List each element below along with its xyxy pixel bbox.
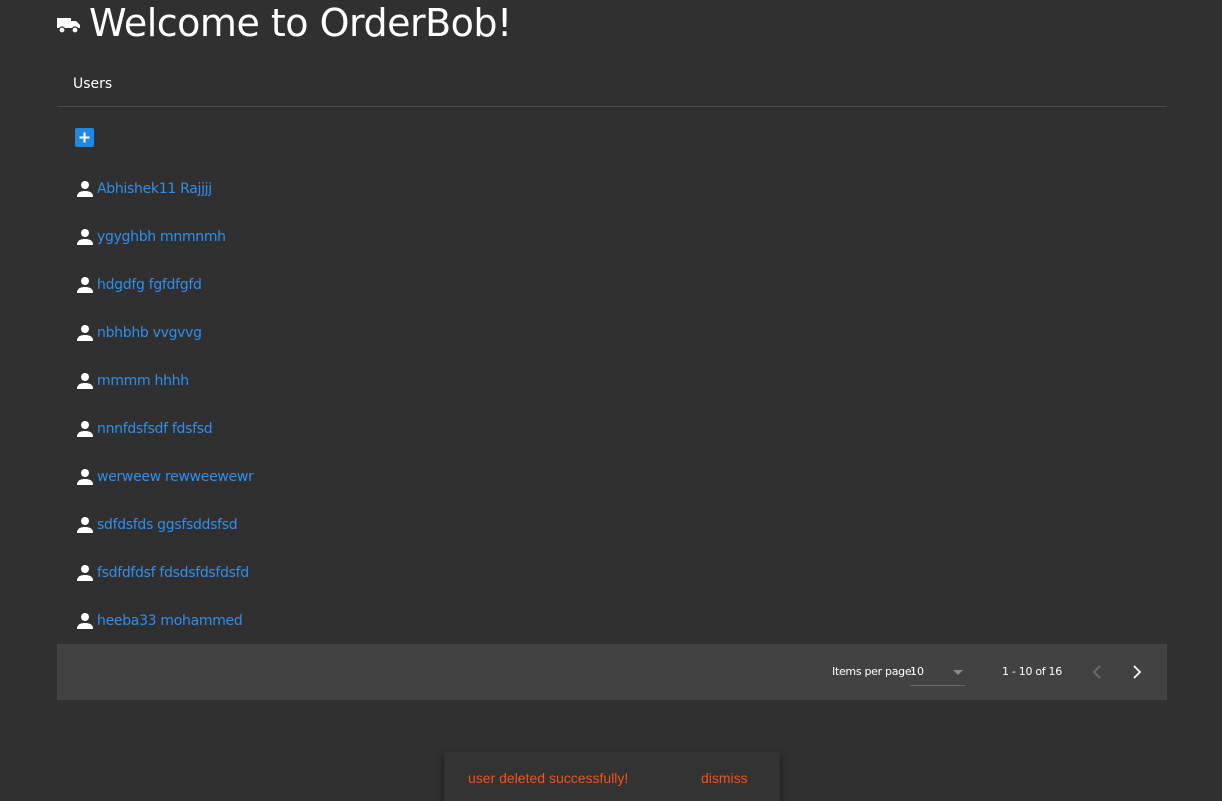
user-link[interactable]: Abhishek11 Rajjjj <box>97 181 212 197</box>
list-item: mmmm hhhh <box>76 357 253 405</box>
user-link[interactable]: fsdfdfdsf fdsdsfdsfdsfd <box>97 565 249 581</box>
truck-icon <box>57 18 80 34</box>
list-item: nnnfdsfsdf fdsfsd <box>76 405 253 453</box>
previous-page-button[interactable] <box>1083 658 1111 686</box>
user-link[interactable]: werweew rewweewewr <box>97 469 254 485</box>
users-panel: Users Abhishek11 Rajjjj ygyghbh mnmnmh hdg… <box>57 62 1167 700</box>
add-user-button[interactable] <box>75 128 94 147</box>
user-link[interactable]: heeba33 mohammed <box>97 613 243 629</box>
page-range-label: 1 - 10 of 16 <box>1002 665 1062 678</box>
user-link[interactable]: mmmm hhhh <box>97 373 189 389</box>
items-per-page-label: Items per page: <box>832 665 915 678</box>
user-link[interactable]: nnnfdsfsdf fdsfsd <box>97 421 213 437</box>
items-per-page-select[interactable]: 10 <box>910 663 965 686</box>
list-item: Abhishek11 Rajjjj <box>76 165 253 213</box>
users-panel-header: Users <box>57 62 1167 107</box>
add-box-icon <box>79 132 90 143</box>
snackbar-message: user deleted successfully! <box>468 770 629 786</box>
person-icon <box>77 517 93 533</box>
page-header: Welcome to OrderBob! <box>57 0 512 46</box>
person-icon <box>77 229 93 245</box>
list-item: fsdfdfdsf fdsdsfdsfdsfd <box>76 549 253 597</box>
user-list: Abhishek11 Rajjjj ygyghbh mnmnmh hdgdfg fg… <box>76 165 254 645</box>
list-item: werweew rewweewewr <box>76 453 254 501</box>
paginator: Items per page: 10 1 - 10 of 16 <box>57 644 1167 700</box>
user-link[interactable]: sdfdsfds ggsfsddsfsd <box>97 517 238 533</box>
items-per-page-value: 10 <box>910 665 924 678</box>
snackbar: user deleted successfully! dismiss <box>444 752 780 801</box>
person-icon <box>77 613 93 629</box>
list-item: heeba33 mohammed <box>76 597 253 645</box>
users-panel-title: Users <box>73 76 113 92</box>
dropdown-arrow-icon <box>953 670 963 675</box>
list-item: hdgdfg fgfdfgfd <box>76 261 253 309</box>
dismiss-button[interactable]: dismiss <box>701 770 748 786</box>
user-link[interactable]: nbhbhb vvgvvg <box>97 325 202 341</box>
person-icon <box>77 373 93 389</box>
user-link[interactable]: hdgdfg fgfdfgfd <box>97 277 202 293</box>
person-icon <box>77 565 93 581</box>
list-item: sdfdsfds ggsfsddsfsd <box>76 501 253 549</box>
person-icon <box>77 325 93 341</box>
list-item: nbhbhb vvgvvg <box>76 309 253 357</box>
person-icon <box>77 181 93 197</box>
app-page: Welcome to OrderBob! Users Abhishek11 Ra… <box>0 0 1222 801</box>
person-icon <box>77 421 93 437</box>
person-icon <box>77 277 93 293</box>
chevron-left-icon <box>1092 665 1101 679</box>
chevron-right-icon <box>1133 665 1142 679</box>
user-link[interactable]: ygyghbh mnmnmh <box>97 229 226 245</box>
person-icon <box>77 469 93 485</box>
page-title: Welcome to OrderBob! <box>89 1 512 45</box>
list-item: ygyghbh mnmnmh <box>76 213 253 261</box>
next-page-button[interactable] <box>1123 658 1151 686</box>
